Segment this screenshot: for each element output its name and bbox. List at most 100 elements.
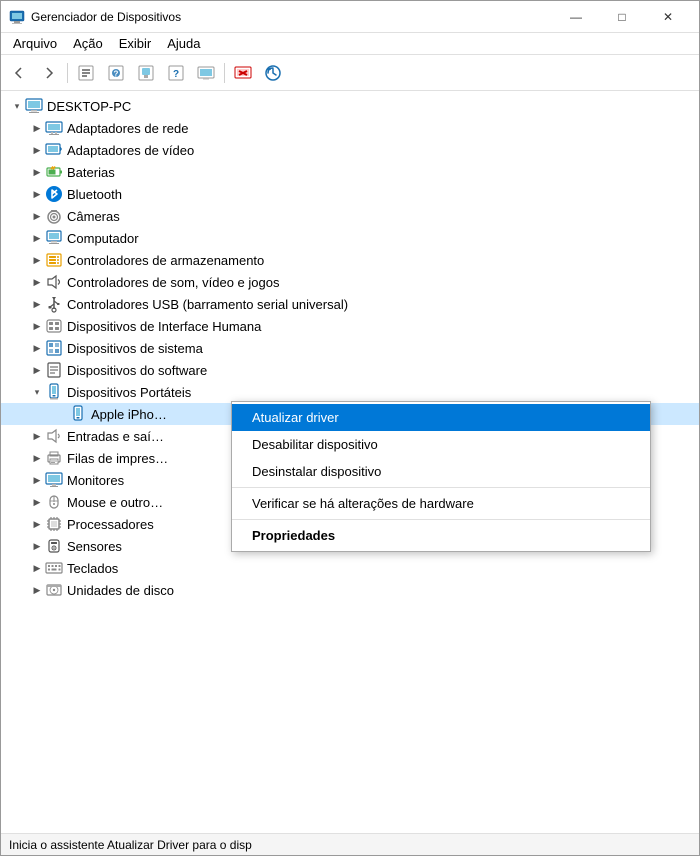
app-icon bbox=[9, 9, 25, 25]
bluetooth-icon bbox=[45, 185, 63, 203]
tree-item-software[interactable]: ▶ Dispositivos do software bbox=[1, 359, 699, 381]
expand-hid[interactable]: ▶ bbox=[29, 318, 45, 334]
disk-icon bbox=[45, 581, 63, 599]
expand-disk[interactable]: ▶ bbox=[29, 582, 45, 598]
label-portable: Dispositivos Portáteis bbox=[67, 385, 191, 400]
tree-item-storage[interactable]: ▶ Controladores de armazenamento bbox=[1, 249, 699, 271]
expand-bluetooth[interactable]: ▶ bbox=[29, 186, 45, 202]
context-menu: Atualizar driver Desabilitar dispositivo… bbox=[231, 401, 651, 552]
tree-root[interactable]: ▾ DESKTOP-PC bbox=[1, 95, 699, 117]
expand-mouse[interactable]: ▶ bbox=[29, 494, 45, 510]
label-usb: Controladores USB (barramento serial uni… bbox=[67, 297, 348, 312]
expand-battery[interactable]: ▶ bbox=[29, 164, 45, 180]
label-processor: Processadores bbox=[67, 517, 154, 532]
label-computer: Computador bbox=[67, 231, 139, 246]
forward-button[interactable] bbox=[35, 59, 63, 87]
label-camera: Câmeras bbox=[67, 209, 120, 224]
tree-item-usb[interactable]: ▶ Controladores USB (barramento serial u… bbox=[1, 293, 699, 315]
expand-video[interactable]: ▶ bbox=[29, 142, 45, 158]
menu-ajuda[interactable]: Ajuda bbox=[159, 34, 208, 53]
tree-item-camera[interactable]: ▶ Câmeras bbox=[1, 205, 699, 227]
window-title: Gerenciador de Dispositivos bbox=[31, 10, 553, 24]
tree-item-keyboard[interactable]: ▶ Teclados bbox=[1, 557, 699, 579]
expand-storage[interactable]: ▶ bbox=[29, 252, 45, 268]
computer2-icon bbox=[45, 229, 63, 247]
minimize-button[interactable]: — bbox=[553, 1, 599, 33]
sound-icon bbox=[45, 273, 63, 291]
expand-input[interactable]: ▶ bbox=[29, 428, 45, 444]
label-input: Entradas e saí… bbox=[67, 429, 164, 444]
expand-usb[interactable]: ▶ bbox=[29, 296, 45, 312]
tree-item-battery[interactable]: ▶ Baterias bbox=[1, 161, 699, 183]
expand-sensor[interactable]: ▶ bbox=[29, 538, 45, 554]
tree-item-system[interactable]: ▶ Dispositivos de sistema bbox=[1, 337, 699, 359]
camera-icon bbox=[45, 207, 63, 225]
context-uninstall-device[interactable]: Desinstalar dispositivo bbox=[232, 458, 650, 485]
label-system: Dispositivos de sistema bbox=[67, 341, 203, 356]
network-icon bbox=[45, 119, 63, 137]
processor-icon bbox=[45, 515, 63, 533]
expand-computer[interactable]: ▶ bbox=[29, 230, 45, 246]
context-separator bbox=[232, 487, 650, 488]
expand-portable[interactable]: ▾ bbox=[29, 384, 45, 400]
root-label: DESKTOP-PC bbox=[47, 99, 131, 114]
label-printer: Filas de impres… bbox=[67, 451, 168, 466]
label-hid: Dispositivos de Interface Humana bbox=[67, 319, 261, 334]
mouse-icon bbox=[45, 493, 63, 511]
tree-item-bluetooth[interactable]: ▶ Bluetooth bbox=[1, 183, 699, 205]
update-driver-button[interactable]: ? bbox=[102, 59, 130, 87]
label-disk: Unidades de disco bbox=[67, 583, 174, 598]
maximize-button[interactable]: □ bbox=[599, 1, 645, 33]
label-keyboard: Teclados bbox=[67, 561, 118, 576]
scan-hardware-button[interactable] bbox=[259, 59, 287, 87]
expand-sound[interactable]: ▶ bbox=[29, 274, 45, 290]
expand-camera[interactable]: ▶ bbox=[29, 208, 45, 224]
expand-printer[interactable]: ▶ bbox=[29, 450, 45, 466]
label-network: Adaptadores de rede bbox=[67, 121, 188, 136]
tree-item-video[interactable]: ▶ Adaptadores de vídeo bbox=[1, 139, 699, 161]
tree-item-hid[interactable]: ▶ Dispositivos de Interface Humana bbox=[1, 315, 699, 337]
label-sound: Controladores de som, vídeo e jogos bbox=[67, 275, 279, 290]
monitor-icon bbox=[45, 471, 63, 489]
title-bar: Gerenciador de Dispositivos — □ ✕ bbox=[1, 1, 699, 33]
expand-software[interactable]: ▶ bbox=[29, 362, 45, 378]
expand-iphone[interactable] bbox=[53, 406, 69, 422]
expand-monitor[interactable]: ▶ bbox=[29, 472, 45, 488]
expand-keyboard[interactable]: ▶ bbox=[29, 560, 45, 576]
help-button[interactable]: ? bbox=[162, 59, 190, 87]
expand-network[interactable]: ▶ bbox=[29, 120, 45, 136]
hid-icon bbox=[45, 317, 63, 335]
context-disable-device[interactable]: Desabilitar dispositivo bbox=[232, 431, 650, 458]
properties-button[interactable] bbox=[72, 59, 100, 87]
context-update-driver[interactable]: Atualizar driver bbox=[232, 404, 650, 431]
printer-icon bbox=[45, 449, 63, 467]
tree-item-computer[interactable]: ▶ Computador bbox=[1, 227, 699, 249]
svg-text:?: ? bbox=[114, 69, 119, 78]
expand-system[interactable]: ▶ bbox=[29, 340, 45, 356]
expand-root[interactable]: ▾ bbox=[9, 98, 25, 114]
computer-icon bbox=[25, 97, 43, 115]
menu-acao[interactable]: Ação bbox=[65, 34, 111, 53]
menu-exibir[interactable]: Exibir bbox=[111, 34, 160, 53]
svg-text:?: ? bbox=[173, 69, 179, 80]
status-bar: Inicia o assistente Atualizar Driver par… bbox=[1, 833, 699, 855]
context-scan-hardware[interactable]: Verificar se há alterações de hardware bbox=[232, 490, 650, 517]
tree-item-network[interactable]: ▶ Adaptadores de rede bbox=[1, 117, 699, 139]
menu-bar: Arquivo Ação Exibir Ajuda bbox=[1, 33, 699, 55]
main-content: ▾ DESKTOP-PC ▶ bbox=[1, 91, 699, 833]
tree-item-portable[interactable]: ▾ Dispositivos Portáteis bbox=[1, 381, 699, 403]
context-properties[interactable]: Propriedades bbox=[232, 522, 650, 549]
screen-button[interactable] bbox=[192, 59, 220, 87]
menu-arquivo[interactable]: Arquivo bbox=[5, 34, 65, 53]
remove-device-button[interactable] bbox=[229, 59, 257, 87]
expand-processor[interactable]: ▶ bbox=[29, 516, 45, 532]
tree-item-disk[interactable]: ▶ Unidades de disco bbox=[1, 579, 699, 601]
back-button[interactable] bbox=[5, 59, 33, 87]
keyboard-icon bbox=[45, 559, 63, 577]
scan-button[interactable] bbox=[132, 59, 160, 87]
tree-item-sound[interactable]: ▶ Controladores de som, vídeo e jogos bbox=[1, 271, 699, 293]
close-button[interactable]: ✕ bbox=[645, 1, 691, 33]
window-controls: — □ ✕ bbox=[553, 1, 691, 33]
label-bluetooth: Bluetooth bbox=[67, 187, 122, 202]
storage-icon bbox=[45, 251, 63, 269]
